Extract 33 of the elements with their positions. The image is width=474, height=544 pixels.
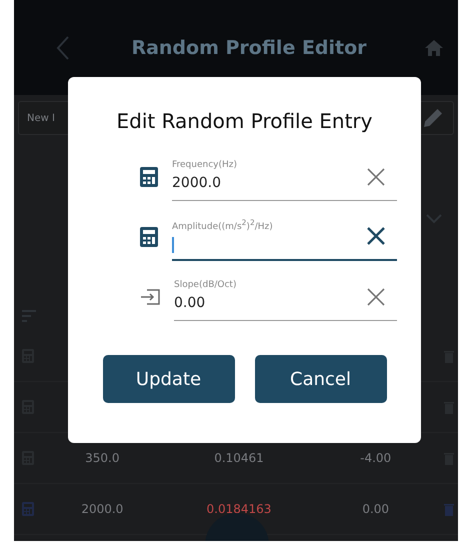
calculator-icon bbox=[140, 167, 158, 187]
table-cell-text: 0.0184163 bbox=[206, 502, 272, 516]
dialog-button[interactable]: Update bbox=[102, 355, 234, 403]
screen-title: Random Profile Editor bbox=[130, 36, 368, 58]
sort-icon[interactable] bbox=[22, 310, 36, 322]
new-button[interactable]: New I bbox=[18, 101, 70, 135]
input-icon bbox=[140, 289, 160, 305]
chevron-down-icon[interactable] bbox=[426, 214, 442, 224]
input-field[interactable]: Amplitude((m/s$^{2}$)$^{2}$/Hz) bbox=[172, 213, 397, 261]
table-cell-text: -4.00 bbox=[359, 451, 392, 465]
table-cell-text: 350.0 bbox=[84, 451, 121, 465]
table-cell-text: 0.10461 bbox=[213, 451, 265, 465]
field-value: 2000.0 bbox=[172, 175, 221, 191]
field-value: 0.00 bbox=[174, 295, 206, 311]
calculator-icon[interactable] bbox=[22, 502, 34, 516]
clear-icon[interactable] bbox=[367, 288, 385, 306]
field-label: Slope(dB/Oct) bbox=[174, 280, 238, 290]
calculator-icon bbox=[140, 227, 158, 247]
field-label: Amplitude((m/s$^{2}$)$^{2}$/Hz) bbox=[172, 218, 274, 232]
dialog-title: Edit Random Profile Entry bbox=[115, 109, 374, 133]
home-icon[interactable] bbox=[424, 38, 444, 56]
input-field[interactable]: Slope(dB/Oct) 0.00 bbox=[174, 273, 397, 321]
table-cell-text: 2000.0 bbox=[80, 502, 124, 516]
pencil-icon bbox=[424, 109, 442, 127]
input-field[interactable]: Frequency(Hz) 2000.0 bbox=[172, 153, 397, 201]
trash-icon[interactable] bbox=[444, 502, 454, 516]
clear-icon[interactable] bbox=[367, 227, 385, 245]
text-cursor bbox=[172, 236, 174, 252]
table-cell-text: 0.00 bbox=[361, 502, 390, 516]
clear-icon[interactable] bbox=[367, 168, 385, 186]
back-icon[interactable] bbox=[56, 34, 70, 60]
dialog-button[interactable]: Cancel bbox=[254, 355, 386, 403]
field-label: Frequency(Hz) bbox=[172, 160, 238, 170]
